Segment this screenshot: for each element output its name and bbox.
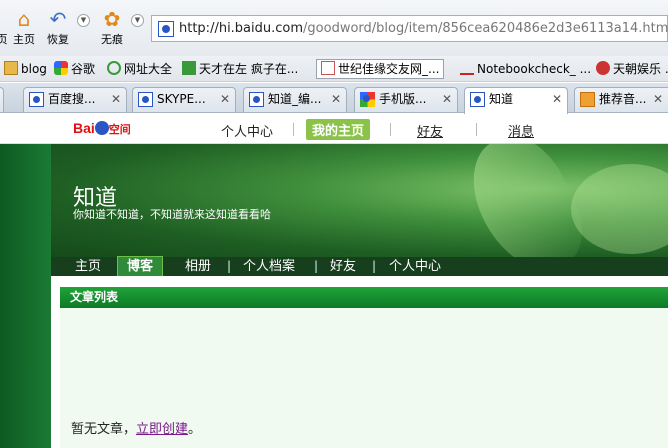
baidu-paw-icon [138,92,153,107]
blog-banner: 知道 你知道不知道，不知道就来这知道看看哈 [51,144,668,257]
address-url: http://hi.baidu.com/goodword/blog/item/8… [179,21,668,36]
baidu-space-topnav: Bai 空间 个人中心 我的主页 好友 消息 [0,114,668,144]
menu-separator: | [314,259,319,273]
bookmark-tianchao[interactable]: 天朝娱乐 ... [596,60,668,78]
baidu-paw-icon [94,121,109,135]
bookmark-google[interactable]: 谷歌 [54,60,95,78]
private-mode-button[interactable]: ✿ 无痕 [97,4,127,46]
menu-album[interactable]: 相册 [185,258,211,275]
tab-skype[interactable]: SKYPE... ✕ [132,87,236,112]
restore-button[interactable]: ↶ 恢复 [44,4,72,46]
notebookcheck-icon [460,67,474,75]
nav-friends[interactable]: 好友 [417,121,443,140]
menu-blog[interactable]: 博客 [117,256,164,276]
st-icon [580,92,595,107]
browser-toolbar: 页 ⌂ 主页 ↶ 恢复 ▼ ✿ 无痕 ▼ http://hi.baidu.com… [0,0,668,56]
baidu-space-logo[interactable]: Bai 空间 [73,120,131,137]
menu-separator: | [372,259,377,273]
nav-personal-center[interactable]: 个人中心 [221,121,273,140]
create-article-link[interactable]: 立即创建 [136,422,188,437]
blog-subtitle: 你知道不知道，不知道就来这知道看看哈 [73,208,271,221]
nav-separator [390,123,391,136]
jiayuan-icon [321,61,335,75]
restore-button-label: 恢复 [47,33,69,46]
undo-icon: ↶ [49,7,67,31]
private-mode-dropdown[interactable]: ▼ [131,14,144,27]
baidu-paw-icon [470,92,485,107]
empty-article-message: 暂无文章，立即创建。 [71,422,202,437]
tab-mobile[interactable]: 手机版... ✕ [354,87,458,112]
partial-nav-button[interactable]: 页 [0,4,8,46]
tab-zhidao-active[interactable]: 知道 ✕ [464,87,568,114]
baidu-paw-icon [29,92,44,107]
tianchao-icon [596,61,610,75]
article-list-header: 文章列表 [60,287,668,308]
nav-messages[interactable]: 消息 [508,121,534,140]
chevron-down-icon: ▼ [134,16,141,24]
menu-home[interactable]: 主页 [75,258,101,275]
ie-icon [107,61,121,75]
bookmark-jiayuan[interactable]: 世纪佳缘交友网_... [316,59,445,79]
menu-personal-center[interactable]: 个人中心 [389,258,441,275]
blog-menu: 主页 博客 相册 | 个人档案 | 好友 | 个人中心 [51,256,668,276]
bookmark-genius-left[interactable]: 天才在左 疯子在... [182,60,298,78]
google-icon [54,61,68,75]
baidu-paw-icon [249,92,264,107]
close-icon[interactable]: ✕ [442,88,452,110]
close-icon[interactable]: ✕ [220,88,230,110]
left-decor-bar [0,144,51,448]
bookmark-blog[interactable]: blog [4,60,47,78]
home-button[interactable]: ⌂ 主页 [10,4,38,46]
menu-friends[interactable]: 好友 [330,258,356,275]
close-icon[interactable]: ✕ [653,88,663,110]
home-icon: ⌂ [17,7,31,31]
bookmark-notebookcheck[interactable]: Notebookcheck_ ... [460,60,591,78]
tab-music[interactable]: 推荐音... ✕ [574,87,668,112]
chevron-down-icon: ▼ [80,16,87,24]
bookmarks-bar: blog 谷歌 网址大全 天才在左 疯子在... 世纪佳缘交友网_... Not… [0,56,668,82]
web-page: Bai 空间 个人中心 我的主页 好友 消息 知道 你知道不知道，不知道就来这知道… [0,114,668,448]
nav-separator [476,123,477,136]
close-icon[interactable]: ✕ [552,88,562,110]
address-bar[interactable]: http://hi.baidu.com/goodword/blog/item/8… [151,15,668,42]
close-icon[interactable]: ✕ [111,88,121,110]
home-button-label: 主页 [13,33,35,46]
leaf-decoration [571,164,668,254]
tab-bar: 百度搜... ✕ SKYPE... ✕ 知道_编... ✕ 手机版... ✕ 知道 ✕ 推… [0,83,668,114]
tab-partial[interactable] [0,87,4,112]
restore-dropdown[interactable]: ▼ [77,14,90,27]
private-mode-label: 无痕 [101,33,123,46]
menu-profile[interactable]: 个人档案 [243,258,295,275]
folder-icon [4,61,18,75]
close-icon[interactable]: ✕ [331,88,341,110]
baidu-paw-icon [158,21,174,37]
nav-my-home[interactable]: 我的主页 [306,119,371,140]
bookmark-site-directory[interactable]: 网址大全 [107,60,172,78]
menu-separator: | [227,259,232,273]
nav-separator [293,123,294,136]
paw-icon: ✿ [103,7,121,31]
tab-zhidao-edit[interactable]: 知道_编... ✕ [243,87,347,112]
tab-baidu-search[interactable]: 百度搜... ✕ [23,87,127,112]
green-e-icon [182,61,196,75]
google-icon [360,92,375,107]
